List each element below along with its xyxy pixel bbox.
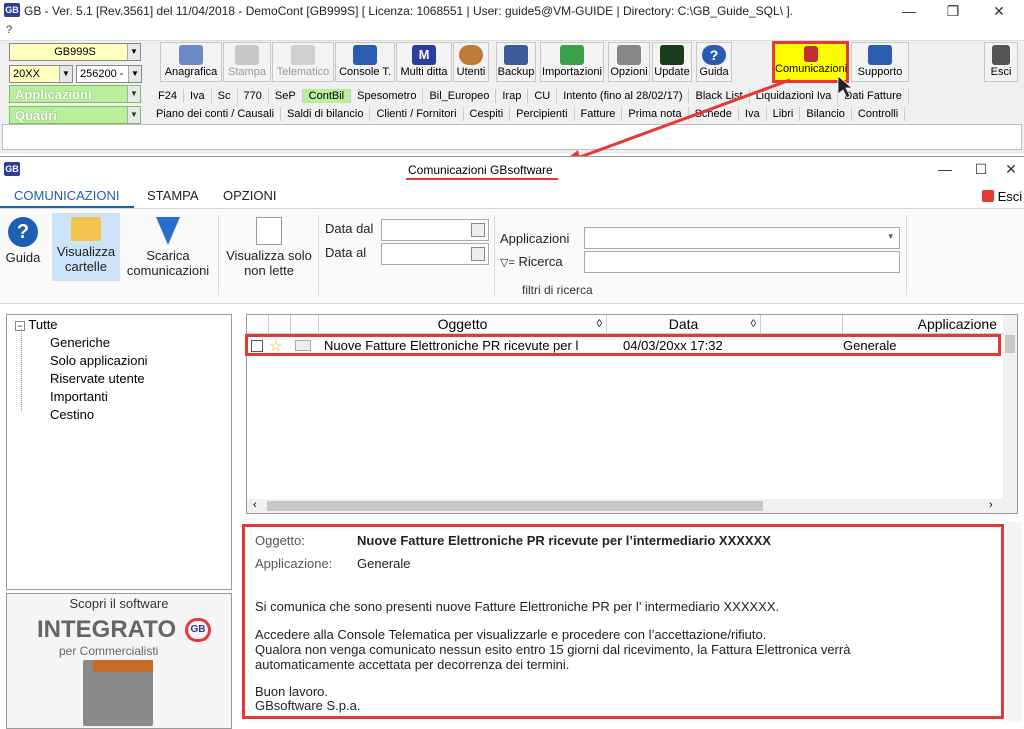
scarica-comunicazioni-button[interactable]: Scarica comunicazioni <box>124 217 212 278</box>
download-arrow-icon <box>156 217 180 245</box>
tree-item-riservate-utente[interactable]: Riservate utente <box>50 371 145 386</box>
applicazione-value: Generale <box>357 556 411 571</box>
oggetto-value: Nuove Fatture Elettroniche PR ricevute p… <box>357 533 771 548</box>
col-star <box>269 315 291 333</box>
calendar-icon[interactable] <box>471 247 485 261</box>
applicazione-label: Applicazione: <box>255 556 333 571</box>
visualizza-non-lette-label: Visualizza solo non lette <box>226 248 312 278</box>
col-oggetto-label: Oggetto <box>437 316 488 332</box>
ricerca-label: Ricerca <box>518 254 563 269</box>
sort-icon: ◊ <box>596 318 602 330</box>
scroll-thumb[interactable] <box>267 501 763 511</box>
col-applicazione-header[interactable]: Applicazione <box>843 315 1001 333</box>
tree-item-cestino[interactable]: Cestino <box>50 407 94 422</box>
star-icon[interactable]: ☆ <box>269 337 282 355</box>
collapse-icon[interactable]: − <box>15 321 25 331</box>
scroll-left-icon[interactable]: ‹ <box>253 499 257 511</box>
row-checkbox[interactable] <box>251 340 263 352</box>
dialog-esci-label: Esci <box>997 189 1023 204</box>
ribbon-separator <box>494 215 495 295</box>
oggetto-label: Oggetto: <box>255 533 305 548</box>
col-data-label: Data <box>668 316 699 332</box>
col-checkbox <box>247 315 269 333</box>
filter-icon: ▽= <box>500 257 515 269</box>
col-read <box>291 315 319 333</box>
body-paragraph-1: Si comunica che sono presenti nuove Fatt… <box>255 599 780 614</box>
ribbon: ? Guida Visualizza cartelle Scarica comu… <box>0 208 1024 304</box>
dialog-title: Comunicazioni GBsoftware <box>408 163 553 177</box>
chevron-down-icon: ▾ <box>888 231 893 241</box>
col-oggetto-header[interactable]: Oggetto ◊ <box>319 315 607 333</box>
data-dal-label: Data dal <box>325 221 374 236</box>
visualizza-non-lette-button[interactable]: Visualizza solo non lette <box>224 217 314 278</box>
title-highlight <box>406 178 558 180</box>
ricerca-filter: ▽= Ricerca <box>500 254 563 269</box>
applicazioni-filter-label: Applicazioni <box>500 231 570 246</box>
envelope-icon <box>295 340 311 351</box>
body-signature: GBsoftware S.p.a. <box>255 698 361 713</box>
ribbon-guida-label: Guida <box>5 250 41 265</box>
help-icon: ? <box>8 217 38 247</box>
ribbon-separator <box>318 215 319 295</box>
dialog-esci-button[interactable]: Esci <box>982 189 1022 204</box>
applicazioni-filter-select[interactable]: ▾ <box>584 227 900 249</box>
body-closing: Buon lavoro. <box>255 684 328 699</box>
dialog-maximize-button[interactable]: ☐ <box>966 160 996 178</box>
tree-item-solo-applicazioni[interactable]: Solo applicazioni <box>50 353 148 368</box>
folder-icon <box>71 217 101 241</box>
vertical-scrollbar[interactable] <box>1003 315 1017 499</box>
messages-list: Oggetto ◊ Data ◊ Applicazione ☆ Nuove Fa… <box>245 314 1018 514</box>
tab-stampa[interactable]: STAMPA <box>147 188 199 203</box>
promo-brand: INTEGRATO <box>37 616 177 643</box>
edit-note-icon <box>256 217 282 245</box>
ricerca-input[interactable] <box>584 251 900 273</box>
ribbon-separator <box>906 215 907 295</box>
scarica-comunicazioni-label: Scarica comunicazioni <box>126 248 210 278</box>
tree-root-label: Tutte <box>28 317 58 332</box>
exit-icon <box>982 190 994 202</box>
filtri-group-label: filtri di ricerca <box>522 283 593 297</box>
visualizza-cartelle-button[interactable]: Visualizza cartelle <box>52 213 120 281</box>
folder-tree: − Tutte Generiche Solo applicazioni Rise… <box>6 314 232 590</box>
sort-icon: ◊ <box>750 318 756 330</box>
data-dal-input[interactable] <box>381 219 489 241</box>
promo-subtitle: per Commercialisti <box>59 644 159 658</box>
data-al-label: Data al <box>325 245 367 260</box>
detail-scroll-area <box>1006 522 1022 722</box>
dialog-minimize-button[interactable]: — <box>930 160 960 178</box>
promo-banner[interactable]: Scopri il software INTEGRATO GB per Comm… <box>6 593 232 729</box>
body-line-2c: automaticamente accettata per decorrenza… <box>255 657 570 672</box>
message-detail: Oggetto: Nuove Fatture Elettroniche PR r… <box>242 524 1004 719</box>
comunicazioni-dialog: GB Comunicazioni GBsoftware — ☐ ✕ COMUNI… <box>0 156 1024 729</box>
row-date: 04/03/20xx 17:32 <box>623 338 723 353</box>
product-box-stripe <box>93 660 153 672</box>
table-row[interactable]: ☆ Nuove Fatture Elettroniche PR ricevute… <box>245 334 1001 356</box>
ribbon-guida-button[interactable]: ? Guida <box>4 217 42 265</box>
tree-line <box>21 329 22 411</box>
tab-opzioni[interactable]: OPZIONI <box>223 188 276 203</box>
dialog-titlebar: GB Comunicazioni GBsoftware — ☐ ✕ <box>0 157 1024 183</box>
ribbon-separator <box>218 215 219 295</box>
tree-item-importanti[interactable]: Importanti <box>50 389 108 404</box>
horizontal-scrollbar[interactable]: ‹ › <box>247 499 1017 513</box>
body-line-2b: Qualora non venga comunicato nessun esit… <box>255 642 851 657</box>
promo-tagline: Scopri il software <box>69 596 169 611</box>
row-app: Generale <box>843 338 897 353</box>
col-applicazione-label: Applicazione <box>917 316 997 332</box>
dialog-logo: GB <box>4 162 20 176</box>
col-data-header[interactable]: Data ◊ <box>607 315 761 333</box>
ribbon-tabs: COMUNICAZIONI STAMPA OPZIONI Esci <box>0 184 1024 208</box>
promo-badge: GB <box>185 618 211 642</box>
col-empty <box>761 315 843 333</box>
tab-comunicazioni[interactable]: COMUNICAZIONI <box>14 188 119 203</box>
scroll-thumb[interactable] <box>1005 335 1015 353</box>
body-line-2a: Accedere alla Console Telematica per vis… <box>255 627 767 642</box>
calendar-icon[interactable] <box>471 223 485 237</box>
visualizza-cartelle-label: Visualizza cartelle <box>56 244 116 274</box>
data-al-input[interactable] <box>381 243 489 265</box>
tree-item-generiche[interactable]: Generiche <box>50 335 110 350</box>
dialog-close-button[interactable]: ✕ <box>996 160 1024 178</box>
row-subject: Nuove Fatture Elettroniche PR ricevute p… <box>324 338 579 353</box>
scroll-right-icon[interactable]: › <box>989 499 993 511</box>
